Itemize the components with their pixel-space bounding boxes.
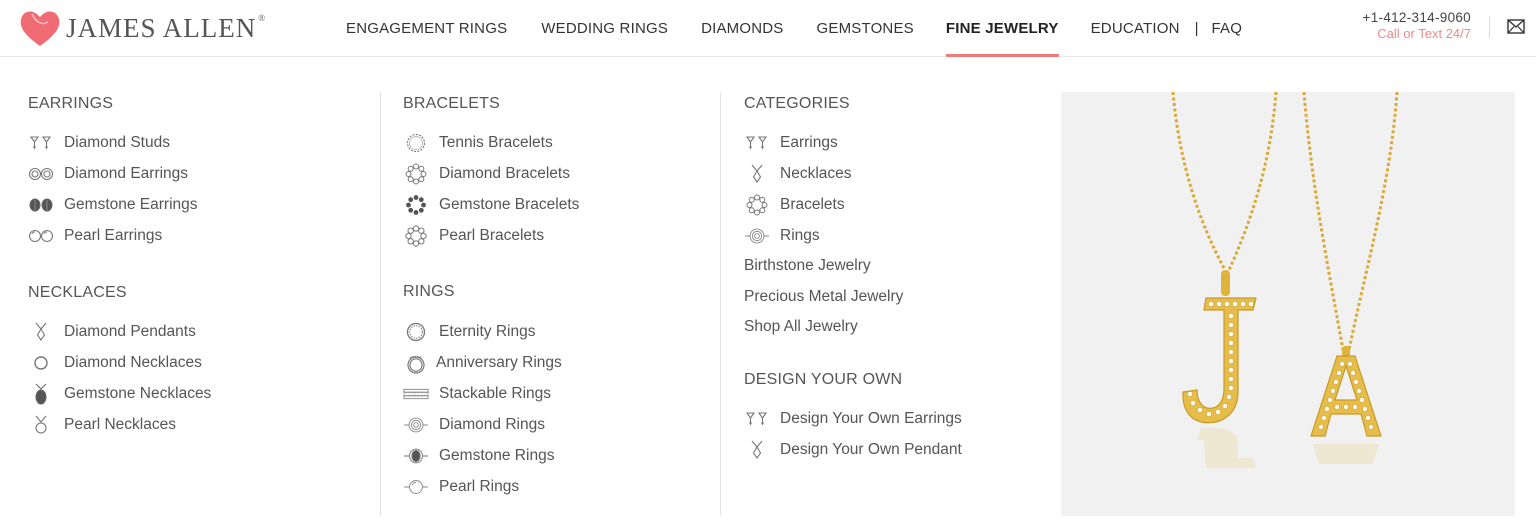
link-eternity-rings[interactable]: Eternity Rings xyxy=(403,316,579,347)
section-title-rings: RINGS xyxy=(403,283,455,300)
diamond-earrings-icon xyxy=(28,163,54,185)
site-header: JAMES ALLEN ® ENGAGEMENT RINGS WEDDING RI… xyxy=(0,0,1536,57)
section-title-design-your-own: DESIGN YOUR OWN xyxy=(744,370,903,388)
link-pearl-necklaces[interactable]: Pearl Necklaces xyxy=(28,409,211,440)
bracelet-icon xyxy=(744,194,770,216)
link-design-your-own-pendant[interactable]: Design Your Own Pendant xyxy=(744,435,962,466)
heart-logo-icon xyxy=(20,11,60,46)
brand-name: JAMES ALLEN ® xyxy=(66,12,267,43)
link-diamond-pendants[interactable]: Diamond Pendants xyxy=(28,316,211,347)
link-diamond-studs[interactable]: Diamond Studs xyxy=(28,127,211,158)
chain-j-left xyxy=(1171,92,1227,271)
column-divider xyxy=(720,92,721,516)
pearl-pendant-icon xyxy=(28,414,54,436)
call-or-text[interactable]: Call or Text 24/7 xyxy=(1363,26,1471,41)
nav-wedding-rings[interactable]: WEDDING RINGS xyxy=(541,0,668,57)
link-category-necklaces[interactable]: Necklaces xyxy=(744,158,962,189)
link-design-your-own-earrings[interactable]: Design Your Own Earrings xyxy=(744,404,962,435)
nav-engagement-rings[interactable]: ENGAGEMENT RINGS xyxy=(346,0,507,57)
section-title-bracelets: BRACELETS xyxy=(403,95,500,112)
nav-diamonds[interactable]: DIAMONDS xyxy=(701,0,783,57)
link-shop-all-jewelry[interactable]: Shop All Jewelry xyxy=(744,312,962,343)
chain-a-right xyxy=(1347,92,1399,351)
ring-icon xyxy=(744,225,770,247)
pendant-icon xyxy=(28,321,54,343)
link-stackable-rings[interactable]: Stackable Rings xyxy=(403,378,579,409)
pendant-icon xyxy=(744,439,770,461)
main-nav: ENGAGEMENT RINGS WEDDING RINGS DIAMONDS … xyxy=(346,0,1242,57)
column-earrings-necklaces: EARRINGS Diamond Studs Diamond Earrings … xyxy=(28,92,211,440)
nav-faq[interactable]: FAQ xyxy=(1212,0,1243,57)
link-precious-metal-jewelry[interactable]: Precious Metal Jewelry xyxy=(744,282,962,313)
initial-necklaces-illustration xyxy=(1171,92,1399,468)
chain-j-right xyxy=(1227,92,1278,271)
section-title-categories: CATEGORIES xyxy=(744,95,850,112)
earrings-icon xyxy=(744,132,770,154)
link-category-earrings[interactable]: Earrings xyxy=(744,127,962,158)
link-pearl-earrings[interactable]: Pearl Earrings xyxy=(28,220,211,251)
pearl-bracelet-icon xyxy=(403,224,429,247)
diamond-ring-icon xyxy=(403,414,429,436)
letter-a-pendant xyxy=(1310,355,1382,437)
phone-number[interactable]: +1-412-314-9060 xyxy=(1363,10,1471,25)
nav-separator: | xyxy=(1194,20,1199,37)
link-gemstone-rings[interactable]: Gemstone Rings xyxy=(403,440,579,471)
necklace-pendant-icon xyxy=(744,163,770,185)
link-category-rings[interactable]: Rings xyxy=(744,220,962,251)
link-gemstone-necklaces[interactable]: Gemstone Necklaces xyxy=(28,378,211,409)
link-diamond-bracelets[interactable]: Diamond Bracelets xyxy=(403,158,579,189)
necklace-icon xyxy=(28,352,54,374)
anniversary-ring-icon xyxy=(403,352,429,374)
link-pearl-bracelets[interactable]: Pearl Bracelets xyxy=(403,220,579,251)
gemstone-pendant-icon xyxy=(28,383,54,405)
chain-a-left xyxy=(1302,92,1345,351)
tennis-bracelet-icon xyxy=(403,132,429,154)
gemstone-ring-icon xyxy=(403,445,429,467)
link-pearl-rings[interactable]: Pearl Rings xyxy=(403,471,579,502)
contact-info: +1-412-314-9060 Call or Text 24/7 xyxy=(1363,10,1471,41)
link-diamond-necklaces[interactable]: Diamond Necklaces xyxy=(28,347,211,378)
link-diamond-earrings[interactable]: Diamond Earrings xyxy=(28,158,211,189)
bail-j xyxy=(1221,270,1230,296)
earrings-icon xyxy=(744,408,770,430)
gemstone-bracelet-icon xyxy=(403,194,429,216)
stackable-rings-icon xyxy=(403,383,429,405)
pearl-ring-icon xyxy=(403,476,429,498)
link-gemstone-earrings[interactable]: Gemstone Earrings xyxy=(28,189,211,220)
mail-icon[interactable] xyxy=(1507,19,1525,34)
link-gemstone-bracelets[interactable]: Gemstone Bracelets xyxy=(403,189,579,220)
header-divider xyxy=(1489,16,1490,38)
nav-education[interactable]: EDUCATION xyxy=(1091,0,1180,57)
brand-logo[interactable]: JAMES ALLEN ® xyxy=(18,8,266,48)
pendant-reflections xyxy=(1197,427,1379,468)
nav-gemstones[interactable]: GEMSTONES xyxy=(817,0,914,57)
section-title-necklaces: NECKLACES xyxy=(28,284,127,301)
stud-earrings-icon xyxy=(28,132,54,154)
letter-j-pendant xyxy=(1182,297,1257,424)
link-diamond-rings[interactable]: Diamond Rings xyxy=(403,409,579,440)
nav-fine-jewelry[interactable]: FINE JEWELRY xyxy=(945,0,1059,57)
promo-image-initial-necklaces[interactable] xyxy=(1061,92,1515,516)
gemstone-earrings-icon xyxy=(28,194,54,216)
eternity-ring-icon xyxy=(403,321,429,343)
column-categories: CATEGORIES Earrings Necklaces Bracelets … xyxy=(744,92,962,466)
link-category-bracelets[interactable]: Bracelets xyxy=(744,189,962,220)
link-anniversary-rings[interactable]: Anniversary Rings xyxy=(403,347,579,378)
column-bracelets-rings: BRACELETS Tennis Bracelets Diamond Brace… xyxy=(403,92,579,502)
column-divider xyxy=(380,92,381,516)
link-tennis-bracelets[interactable]: Tennis Bracelets xyxy=(403,127,579,158)
pearl-earrings-icon xyxy=(28,225,54,247)
section-title-earrings: EARRINGS xyxy=(28,95,114,112)
link-birthstone-jewelry[interactable]: Birthstone Jewelry xyxy=(744,251,962,282)
diamond-bracelet-icon xyxy=(403,163,429,185)
